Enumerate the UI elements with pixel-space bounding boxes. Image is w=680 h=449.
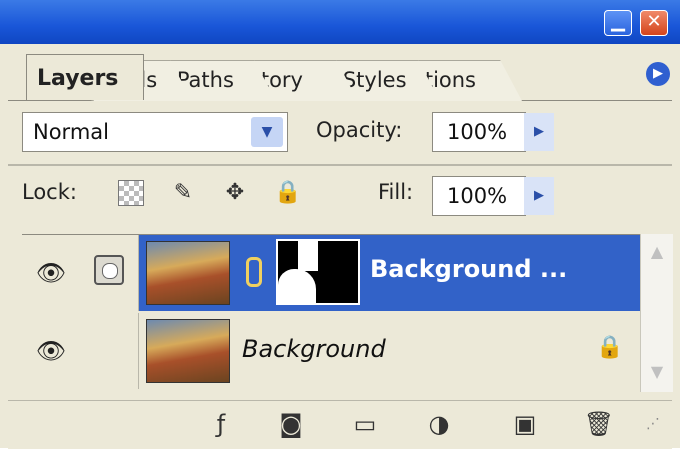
lock-position-move-icon[interactable]: ✥ bbox=[222, 180, 248, 206]
chain-link-icon[interactable] bbox=[246, 257, 262, 287]
fill-slider-icon[interactable]: ▶ bbox=[524, 177, 554, 215]
fill-input[interactable]: 100% bbox=[432, 176, 526, 216]
mask-icon bbox=[94, 255, 124, 285]
opacity-label: Opacity: bbox=[316, 118, 403, 142]
resize-grip-icon[interactable]: ⋰ bbox=[636, 407, 670, 441]
layer-link-column[interactable] bbox=[80, 313, 139, 389]
layer-mask-indicator[interactable] bbox=[80, 235, 139, 311]
new-layer-icon[interactable]: ▣ bbox=[508, 407, 542, 441]
tab-layers[interactable]: Layers bbox=[26, 54, 144, 100]
panel-tabs: tions Styles tory Paths nnels Layers bbox=[8, 50, 672, 101]
layer-thumbnail[interactable] bbox=[146, 241, 230, 305]
layer-row[interactable]: 👁 Background ... bbox=[22, 235, 640, 311]
lock-icon: 🔒 bbox=[596, 335, 624, 360]
layer-thumbnail[interactable] bbox=[146, 319, 230, 383]
title-bar[interactable]: ▁ ✕ bbox=[0, 0, 680, 44]
blend-mode-select[interactable]: Normal ▼ bbox=[22, 112, 288, 152]
opacity-slider-icon[interactable]: ▶ bbox=[524, 113, 554, 151]
trash-icon[interactable]: 🗑 bbox=[582, 407, 616, 441]
lock-transparency-icon[interactable] bbox=[118, 180, 144, 206]
close-icon[interactable]: ✕ bbox=[640, 10, 668, 36]
layer-row[interactable]: 👁 Background 🔒 bbox=[22, 313, 640, 389]
layer-style-fx-icon[interactable]: ƒ bbox=[204, 407, 238, 441]
scroll-down-icon[interactable]: ▼ bbox=[645, 360, 669, 384]
layer-name[interactable]: Background bbox=[242, 335, 386, 363]
layer-name[interactable]: Background ... bbox=[370, 255, 567, 283]
scrollbar[interactable]: ▲ ▼ bbox=[640, 234, 673, 392]
layers-list: 👁 Background ... 👁 Background 🔒 bbox=[22, 234, 640, 393]
panel-menu-icon[interactable]: ▶ bbox=[646, 62, 670, 86]
adjustment-layer-icon[interactable]: ◑ bbox=[422, 407, 456, 441]
lock-all-icon[interactable]: 🔒 bbox=[274, 180, 301, 206]
layer-mask-thumbnail[interactable] bbox=[276, 239, 360, 305]
layers-panel-window: ▁ ✕ tions Styles tory Paths nnels Layers… bbox=[0, 0, 680, 449]
minimize-icon[interactable]: ▁ bbox=[604, 10, 632, 36]
scroll-up-icon[interactable]: ▲ bbox=[645, 240, 669, 264]
eye-icon[interactable]: 👁 bbox=[22, 235, 81, 311]
lock-image-brush-icon[interactable]: ✎ bbox=[170, 180, 196, 206]
add-mask-icon[interactable]: ◙ bbox=[274, 407, 308, 441]
layers-bottom-toolbar: ƒ ◙ ▭ ◑ ▣ 🗑 ⋰ bbox=[8, 400, 672, 449]
opacity-input[interactable]: 100% bbox=[432, 112, 526, 152]
lock-label: Lock: bbox=[22, 180, 77, 204]
divider bbox=[8, 164, 672, 166]
chevron-down-icon[interactable]: ▼ bbox=[251, 117, 283, 147]
eye-icon[interactable]: 👁 bbox=[22, 313, 81, 389]
fill-label: Fill: bbox=[378, 180, 414, 204]
new-group-folder-icon[interactable]: ▭ bbox=[348, 407, 382, 441]
